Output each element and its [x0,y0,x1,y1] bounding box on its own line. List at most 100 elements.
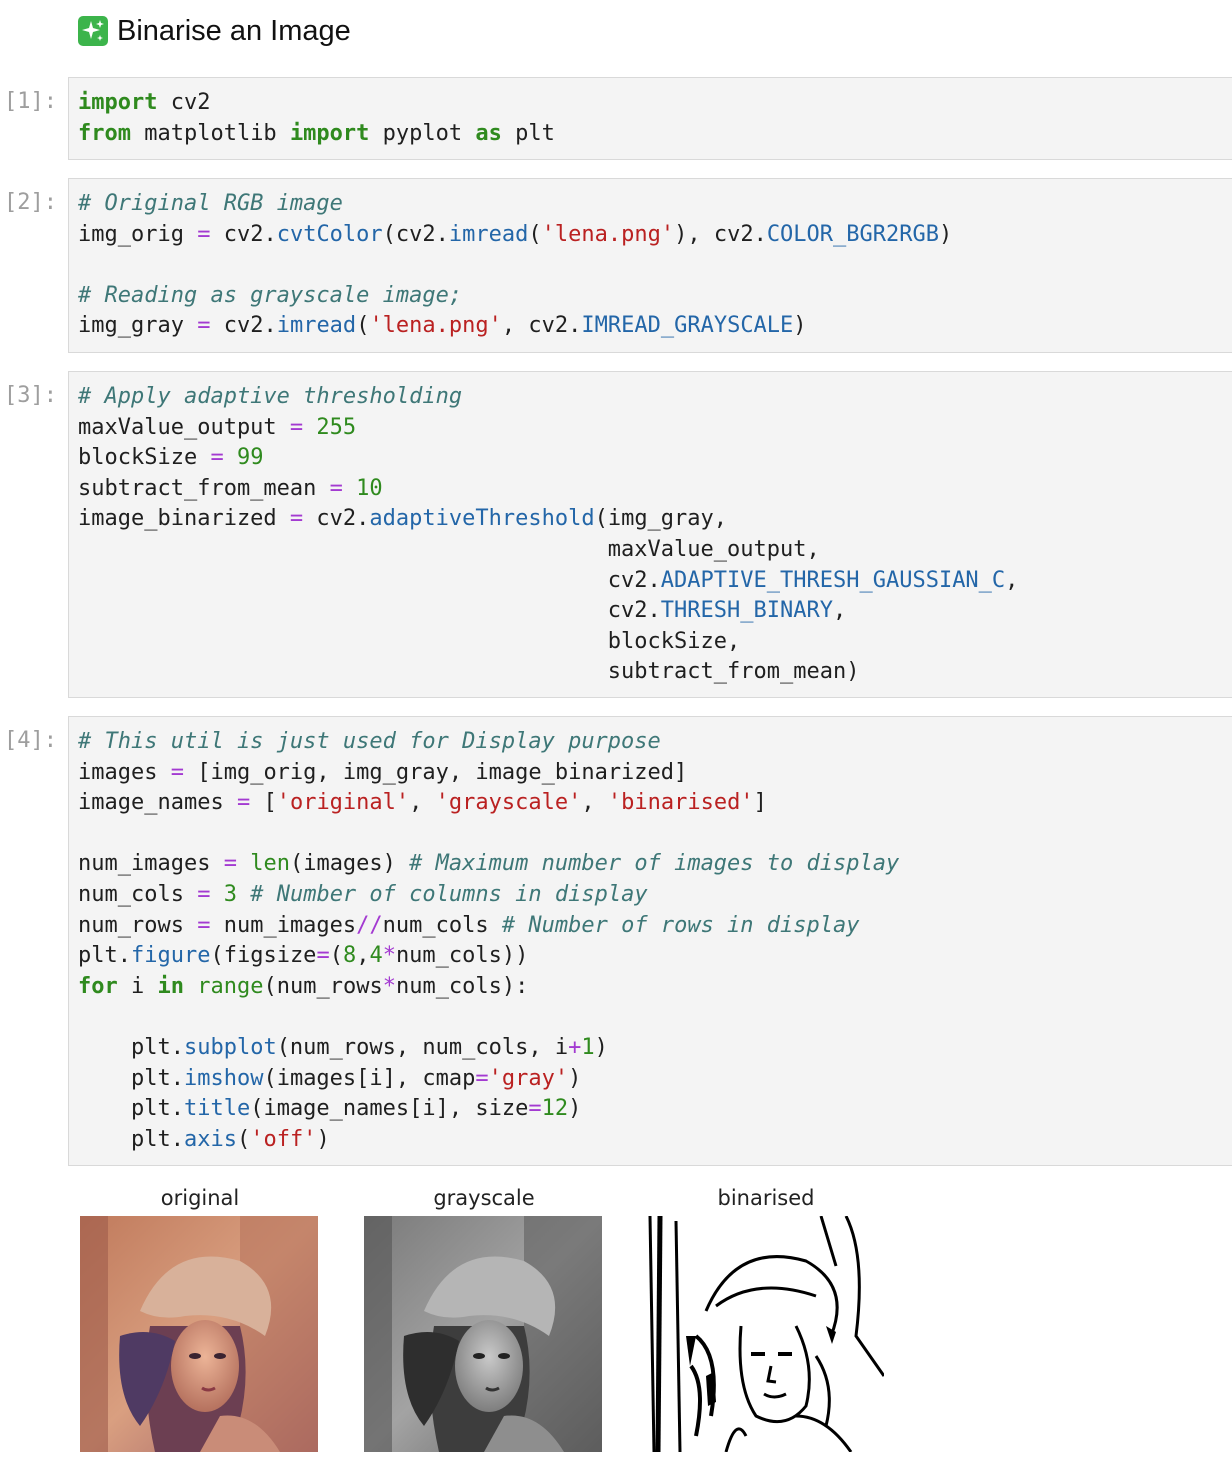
code-token: (images[i], cmap [263,1065,476,1091]
code-token: image_names [78,790,237,816]
code-token: = [210,445,224,471]
code-token: num_rows [78,912,198,938]
code-token: = [316,943,330,969]
code-token: 4 [369,943,383,969]
binarised-image [646,1216,884,1452]
code-token: cv2. [78,567,661,593]
execution-count: [1]: [4,89,57,114]
code-token: , [409,790,436,816]
code-line: subtract_from_mean = 10 [78,474,1232,505]
code-token: num_cols)) [395,943,529,969]
code-line: subtract_from_mean) [78,657,1232,688]
code-line: num_cols = 3 # Number of columns in disp… [78,880,1232,911]
code-token: as [475,120,502,146]
code-editor[interactable]: # Original RGB image img_orig = cv2.cvtCo… [68,178,1232,353]
code-line: img_orig = cv2.cvtColor(cv2.imread('lena… [78,220,1232,251]
code-token: ) [568,1096,582,1122]
code-token: matplotlib [130,120,290,146]
code-line: ​ [78,819,1232,850]
code-token: 'original' [276,790,410,816]
code-token: # This util is just used for Display pur… [78,729,661,754]
code-token: (figsize [210,943,317,969]
notebook-heading: Binarise an Image [78,10,351,52]
code-line: ​ [78,1002,1232,1033]
code-token: 99 [236,445,264,471]
code-line: ​ [78,250,1232,281]
code-token: = [475,1065,489,1091]
code-token: i [117,973,158,999]
code-token: subplot [183,1034,277,1060]
code-text[interactable]: # Original RGB image img_orig = cv2.cvtCo… [69,179,1232,342]
code-token: maxValue_output [78,414,290,440]
code-token: # Apply adaptive thresholding [78,384,463,409]
code-token: ) [793,313,807,339]
code-token: 'gray' [488,1065,569,1091]
code-token: in [157,973,185,999]
code-text[interactable]: # Apply adaptive thresholding maxValue_ou… [69,372,1232,688]
code-token: subtract_from_mean [78,475,330,501]
code-editor[interactable]: import cv2 from matplotlib import pyplot … [68,77,1232,160]
code-token: plt. [78,1065,184,1091]
code-line: blockSize, [78,627,1232,658]
code-token: len [250,851,290,877]
code-token: THRESH_BINARY [660,598,833,624]
code-token: ) [568,1065,582,1091]
code-text[interactable]: import cv2 from matplotlib import pyplot … [69,78,1232,149]
code-line: images = [img_orig, img_gray, image_bina… [78,758,1232,789]
code-token: // [356,912,383,938]
code-token: img_orig [78,221,198,247]
code-line: plt.axis('off') [78,1125,1232,1156]
output-panel-binarised: binarised [646,1176,886,1452]
code-token: images [78,759,171,785]
code-token: maxValue_output, [78,536,820,562]
code-token: (num_rows, num_cols, i [276,1034,569,1060]
code-token: 12 [541,1096,569,1122]
code-token: , cv2. [501,313,582,339]
code-line: from matplotlib import pyplot as plt [78,119,1232,150]
code-token: imread [448,221,529,247]
code-token: 'lena.png' [541,221,675,247]
code-token: ), cv2. [674,221,767,247]
code-line: # Apply adaptive thresholding [78,382,1232,413]
grayscale-image [364,1216,602,1452]
code-line: cv2.THRESH_BINARY, [78,596,1232,627]
code-text[interactable]: # This util is just used for Display pur… [69,717,1232,1155]
code-token: plt. [78,1096,184,1122]
code-editor[interactable]: # Apply adaptive thresholding maxValue_ou… [68,371,1232,698]
code-token: = [170,759,184,785]
code-token: cv2 [157,90,211,115]
code-token: axis [183,1126,237,1152]
code-token: cvtColor [276,221,383,247]
code-token: (cv2. [382,221,449,247]
code-token: img_gray [78,313,198,339]
code-token: = [289,414,304,440]
code-line: plt.title(image_names[i], size=12) [78,1094,1232,1125]
code-token: blockSize [78,445,211,471]
code-line: # Reading as grayscale image; [78,281,1232,312]
code-token: plt. [78,1034,184,1060]
code-token: # Reading as grayscale image; [78,282,463,308]
code-token: (img_gray, [594,506,728,532]
code-token: title [183,1096,251,1122]
code-token: for [78,973,118,999]
code-line: cv2.ADAPTIVE_THRESH_GAUSSIAN_C, [78,566,1232,597]
code-editor[interactable]: # This util is just used for Display pur… [68,716,1232,1166]
subplot-title: binarised [717,1186,815,1210]
code-token: ( [356,313,370,339]
code-line: maxValue_output, [78,535,1232,566]
code-token: 8 [342,943,357,969]
code-token: num_cols [78,881,198,907]
code-token: 'lena.png' [369,313,502,339]
code-token: 255 [316,414,357,440]
code-token: ADAPTIVE_THRESH_GAUSSIAN_C [660,567,1006,593]
code-token: 1 [581,1034,595,1060]
code-token: cv2. [78,598,661,624]
code-token: num_cols): [395,973,529,999]
execution-count: [4]: [4,728,57,753]
code-line: image_names = ['original', 'grayscale', … [78,788,1232,819]
code-token: = [223,851,237,877]
code-token: # Number of rows in display [501,912,860,938]
code-line: for i in range(num_rows*num_cols): [78,972,1232,1003]
code-token: blockSize, [78,628,741,654]
